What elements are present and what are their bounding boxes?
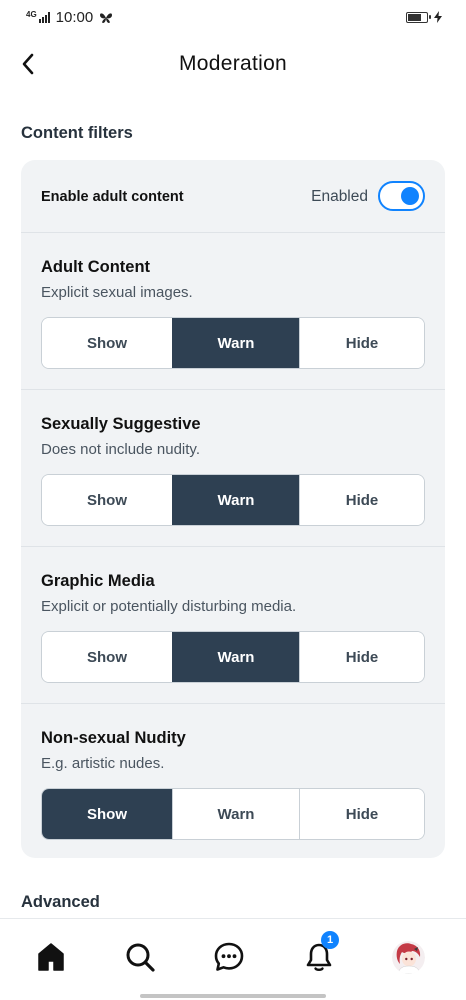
filter-segmented-control: Show Warn Hide — [41, 474, 425, 526]
option-show-button[interactable]: Show — [42, 475, 172, 525]
option-hide-button[interactable]: Hide — [299, 789, 424, 839]
battery-icon — [406, 11, 431, 23]
bottom-nav: 1 — [0, 918, 466, 1000]
filter-description: Does not include nudity. — [41, 441, 200, 458]
nav-chat[interactable] — [209, 937, 249, 977]
butterfly-icon — [100, 12, 113, 23]
nav-notifications[interactable]: 1 — [299, 931, 339, 977]
option-hide-button[interactable]: Hide — [299, 632, 424, 682]
enable-adult-content-status: Enabled — [311, 188, 368, 205]
option-warn-button[interactable]: Warn — [172, 475, 299, 525]
nav-home[interactable] — [31, 937, 71, 977]
option-warn-button[interactable]: Warn — [172, 318, 299, 368]
content-filters-heading: Content filters — [21, 124, 133, 142]
enable-adult-content-label: Enable adult content — [41, 189, 184, 205]
signal-icon — [38, 12, 50, 23]
advanced-heading: Advanced — [21, 893, 100, 911]
status-right — [406, 11, 442, 23]
search-icon — [126, 943, 155, 972]
header: Moderation — [0, 36, 466, 92]
option-warn-button[interactable]: Warn — [172, 632, 299, 682]
filter-description: Explicit or potentially disturbing media… — [41, 598, 297, 615]
status-left: 4G 10:00 — [26, 9, 113, 26]
chat-icon — [214, 942, 244, 971]
filter-name: Graphic Media — [41, 572, 155, 590]
status-bar: 4G 10:00 — [0, 0, 466, 36]
option-hide-button[interactable]: Hide — [299, 318, 424, 368]
enable-adult-content-toggle[interactable] — [378, 181, 425, 211]
filter-segmented-control: Show Warn Hide — [41, 317, 425, 369]
notification-badge: 1 — [321, 931, 339, 949]
filter-description: E.g. artistic nudes. — [41, 755, 165, 772]
filter-segmented-control: Show Warn Hide — [41, 631, 425, 683]
home-icon — [38, 943, 64, 971]
filter-name: Adult Content — [41, 258, 151, 276]
filter-sexually-suggestive: Sexually Suggestive Does not include nud… — [21, 390, 445, 547]
filter-description: Explicit sexual images. — [41, 284, 193, 301]
network-type: 4G — [26, 9, 37, 19]
avatar — [391, 940, 425, 974]
nav-search[interactable] — [120, 937, 160, 977]
enable-adult-content-row: Enable adult content Enabled — [21, 160, 445, 233]
toggle-knob — [401, 187, 419, 205]
option-show-button[interactable]: Show — [42, 632, 172, 682]
status-time: 10:00 — [55, 9, 94, 26]
home-indicator — [140, 994, 326, 998]
option-hide-button[interactable]: Hide — [299, 475, 424, 525]
page-title: Moderation — [178, 52, 288, 75]
nav-profile[interactable] — [388, 937, 428, 977]
filter-non-sexual-nudity: Non-sexual Nudity E.g. artistic nudes. S… — [21, 704, 445, 858]
filter-segmented-control: Show Warn Hide — [41, 788, 425, 840]
charging-icon — [434, 11, 442, 23]
filter-name: Sexually Suggestive — [41, 415, 201, 433]
option-show-button[interactable]: Show — [42, 318, 172, 368]
filter-adult-content: Adult Content Explicit sexual images. Sh… — [21, 233, 445, 390]
filter-name: Non-sexual Nudity — [41, 729, 186, 747]
content-filters-card: Enable adult content Enabled Adult Conte… — [21, 160, 445, 858]
option-warn-button[interactable]: Warn — [172, 789, 299, 839]
filter-graphic-media: Graphic Media Explicit or potentially di… — [21, 547, 445, 704]
option-show-button[interactable]: Show — [42, 789, 172, 839]
